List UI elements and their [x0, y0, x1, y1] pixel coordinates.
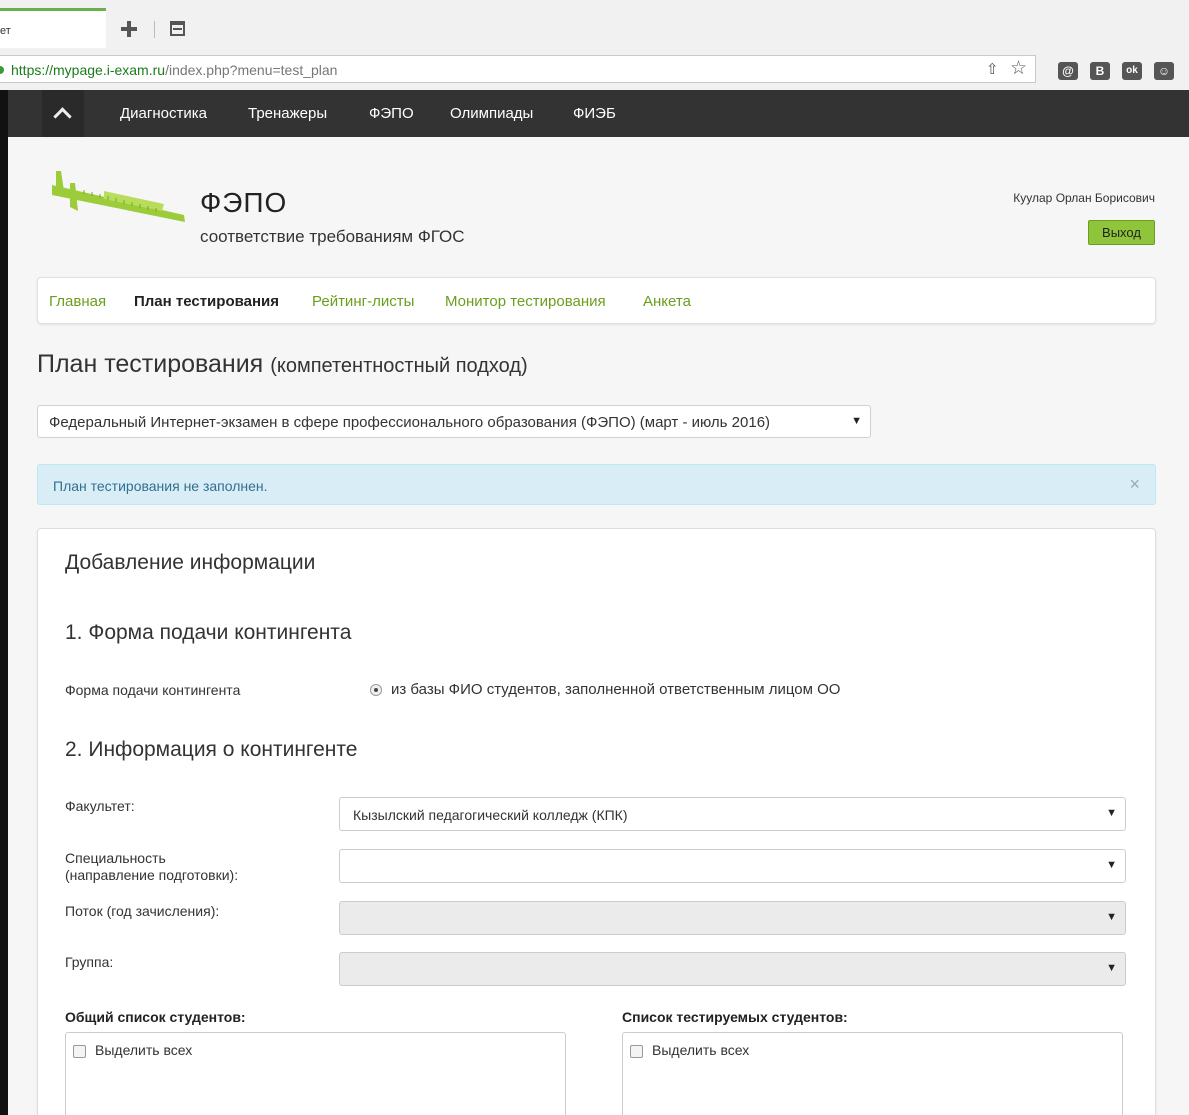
select-all-label[interactable]: Выделить всех [652, 1042, 749, 1058]
page-title: План тестирования (компетентностный подх… [37, 350, 528, 378]
chevron-down-icon: ▼ [851, 415, 862, 427]
url-input[interactable]: https://mypage.i-exam.ru/index.php?menu=… [0, 55, 1036, 83]
share-icon[interactable]: ⇧ [986, 62, 1002, 78]
select-all-checkbox[interactable] [73, 1045, 86, 1058]
all-students-list[interactable]: Выделить всех [65, 1032, 566, 1115]
select-all-checkbox[interactable] [630, 1045, 643, 1058]
logout-button[interactable]: Выход [1088, 220, 1155, 245]
page-body: ФЭПО соответствие требованиям ФГОС Куула… [8, 137, 1189, 1115]
window-edge [0, 90, 8, 1115]
select-all-label[interactable]: Выделить всех [95, 1042, 192, 1058]
chevron-down-icon: ▼ [1106, 807, 1117, 819]
section-subnav: Главная План тестирования Рейтинг-листы … [37, 277, 1156, 324]
subnav-item-home[interactable]: Главная [49, 293, 106, 310]
vk-extension-icon[interactable]: B [1090, 62, 1110, 80]
group-select[interactable]: ▼ [339, 952, 1126, 986]
caliper-logo-icon [52, 171, 185, 222]
alert-text: План тестирования не заполнен. [53, 478, 268, 494]
chevron-down-icon: ▼ [1106, 859, 1117, 871]
panel-heading: Добавление информации [65, 551, 316, 574]
add-info-panel: Добавление информации 1. Форма подачи ко… [37, 528, 1156, 1115]
form-radio[interactable] [370, 684, 382, 696]
nav-item-olympiads[interactable]: Олимпиады [450, 105, 533, 122]
stream-select[interactable]: ▼ [339, 901, 1126, 935]
nav-item-fepo[interactable]: ФЭПО [369, 105, 414, 122]
subnav-item-test-monitor[interactable]: Монитор тестирования [445, 293, 606, 310]
all-students-title: Общий список студентов: [65, 1009, 246, 1025]
specialty-select[interactable]: ▼ [339, 849, 1126, 883]
form-radio-label[interactable]: из базы ФИО студентов, заполненной ответ… [391, 681, 840, 698]
tested-students-list[interactable]: Выделить всех [622, 1032, 1123, 1115]
browser-tab-strip: ет [0, 0, 1189, 48]
form-label: Форма подачи контингента [65, 682, 241, 698]
exam-select-value: Федеральный Интернет-экзамен в сфере про… [49, 414, 771, 431]
faculty-label: Факультет: [65, 798, 135, 814]
subnav-item-test-plan[interactable]: План тестирования [134, 293, 279, 310]
bookmark-star-icon[interactable]: ☆ [1010, 59, 1027, 79]
secure-lock-icon [0, 66, 4, 74]
section-heading-form: 1. Форма подачи контингента [65, 621, 352, 644]
stream-label: Поток (год зачисления): [65, 903, 220, 919]
smile-extension-icon[interactable]: ☺ [1154, 62, 1174, 80]
browser-tab-title: ет [0, 25, 11, 37]
ok-extension-icon[interactable]: ok [1122, 62, 1142, 80]
group-label: Группа: [65, 954, 114, 970]
browser-address-bar: https://mypage.i-exam.ru/index.php?menu=… [0, 48, 1189, 90]
exam-select[interactable]: Федеральный Интернет-экзамен в сфере про… [37, 405, 871, 438]
close-icon[interactable]: × [1129, 475, 1140, 493]
section-heading-contingent: 2. Информация о контингенте [65, 738, 358, 761]
nav-item-trainers[interactable]: Тренажеры [248, 105, 327, 122]
home-icon[interactable] [42, 90, 84, 137]
brand-title: ФЭПО [200, 187, 288, 218]
url-text: https://mypage.i-exam.ru/index.php?menu=… [11, 62, 338, 78]
subnav-item-rating-lists[interactable]: Рейтинг-листы [312, 293, 414, 310]
chevron-down-icon: ▼ [1106, 962, 1117, 974]
browser-tab[interactable]: ет [0, 8, 106, 48]
chevron-down-icon: ▼ [1106, 911, 1117, 923]
specialty-label: Специальность (направление подготовки): [65, 850, 239, 883]
site-navbar: Диагностика Тренажеры ФЭПО Олимпиады ФИЭ… [8, 90, 1189, 137]
faculty-select-value: Кызылский педагогический колледж (КПК) [353, 807, 628, 823]
info-alert: План тестирования не заполнен. × [37, 464, 1156, 505]
user-name[interactable]: Куулар Орлан Борисович [948, 191, 1155, 205]
tested-students-title: Список тестируемых студентов: [622, 1009, 848, 1025]
brand-subtitle: соответствие требованиям ФГОС [200, 227, 465, 246]
tabs-list-icon[interactable] [170, 21, 185, 36]
mail-extension-icon[interactable]: @ [1058, 62, 1078, 80]
tab-separator [154, 21, 155, 38]
nav-item-fieb[interactable]: ФИЭБ [573, 105, 616, 122]
new-tab-icon[interactable] [120, 20, 138, 38]
nav-item-diagnostics[interactable]: Диагностика [120, 105, 207, 122]
subnav-item-survey[interactable]: Анкета [643, 293, 691, 310]
faculty-select[interactable]: Кызылский педагогический колледж (КПК) ▼ [339, 797, 1126, 831]
